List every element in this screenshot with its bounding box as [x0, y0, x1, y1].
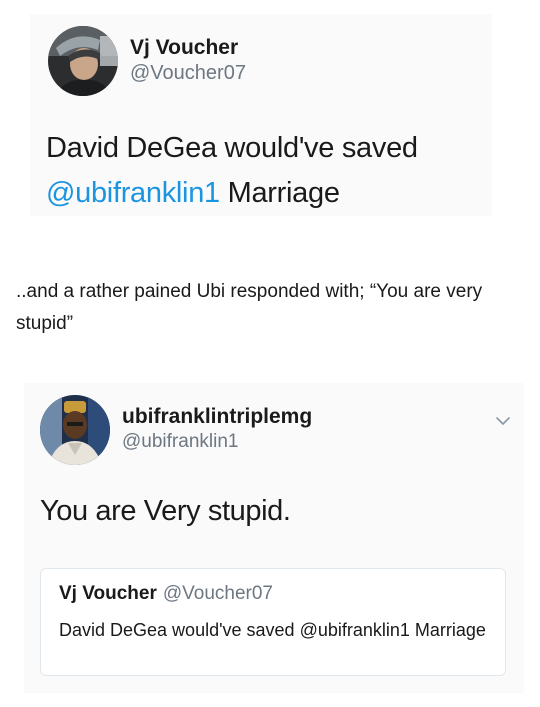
article-caption: ..and a rather pained Ubi responded with… [16, 281, 483, 334]
quoted-tweet-text: David DeGea would've saved @ubifranklin1… [59, 620, 486, 640]
author-name[interactable]: Vj Voucher [130, 36, 238, 60]
tweet-text: You are Very stupid. [40, 495, 291, 527]
author-name[interactable]: ubifranklintriplemg [122, 405, 312, 429]
author-handle[interactable]: @ubifranklin1 [122, 431, 238, 453]
quoted-tweet-header: Vj Voucher @Voucher07 [59, 583, 273, 605]
author-handle[interactable]: @Voucher07 [130, 62, 246, 85]
quoted-tweet[interactable]: Vj Voucher @Voucher07 David DeGea would'v… [40, 568, 506, 676]
tweet-text-start: David DeGea would've saved [46, 132, 418, 164]
mention-link[interactable]: @ubifranklin1 [46, 177, 220, 209]
quoted-author-name[interactable]: Vj Voucher [59, 583, 157, 604]
first-tweet-card: Vj Voucher @Voucher07 David DeGea would'… [30, 14, 492, 216]
chevron-down-icon[interactable] [496, 413, 510, 425]
voucher-avatar[interactable] [48, 26, 118, 96]
tweet-text: David DeGea would've saved @ubifranklin1 … [46, 126, 486, 216]
tweet-text-end: Marriage [219, 177, 340, 209]
ubifranklin-avatar[interactable] [40, 395, 110, 465]
second-tweet-card: ubifranklintriplemg @ubifranklin1 You ar… [24, 383, 524, 693]
quoted-author-handle[interactable]: @Voucher07 [163, 583, 273, 604]
